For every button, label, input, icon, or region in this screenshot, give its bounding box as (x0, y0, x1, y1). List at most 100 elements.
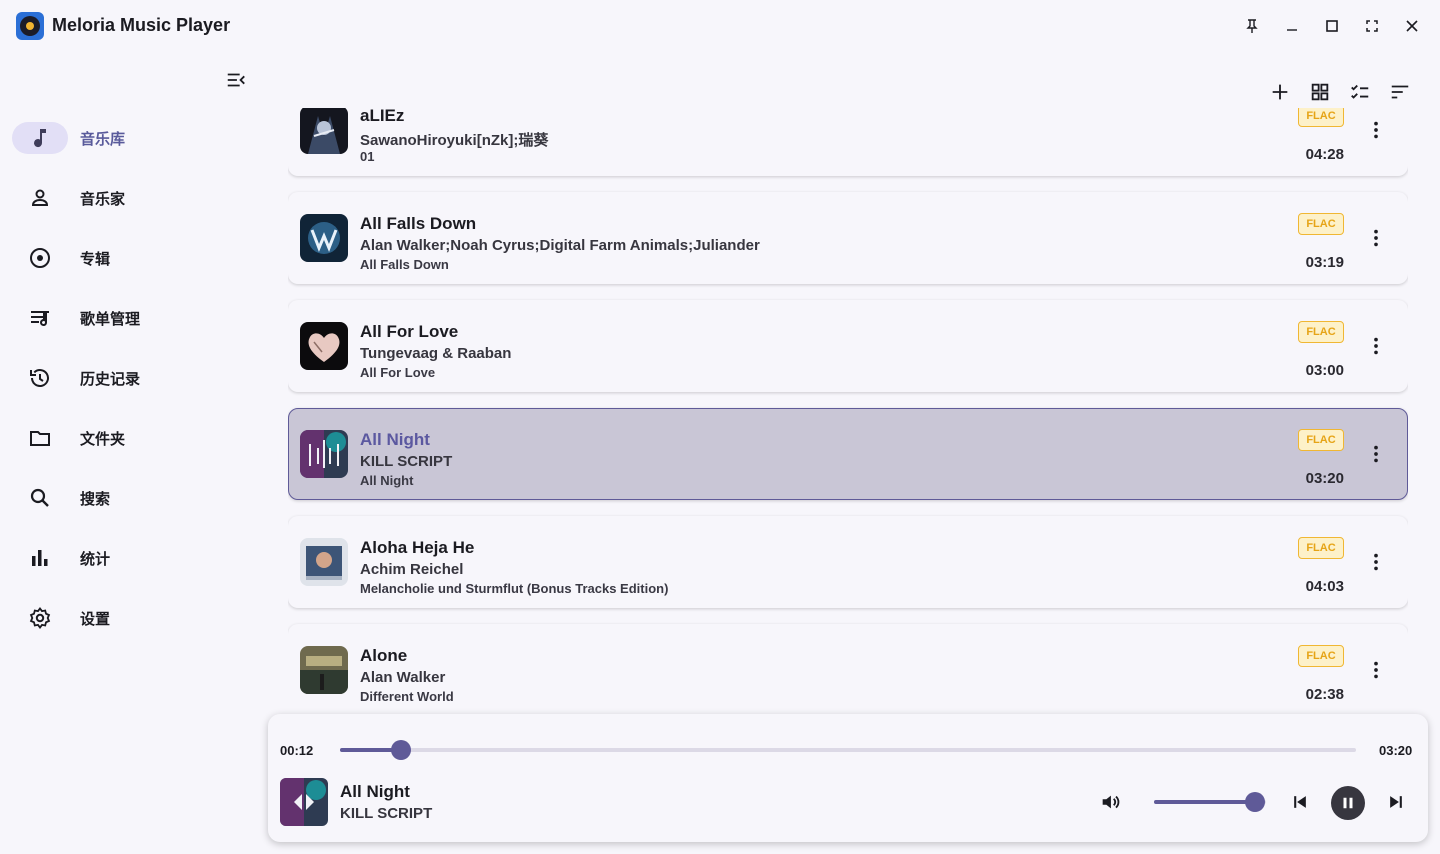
sidebar-item-label: 搜索 (80, 489, 111, 508)
pause-icon (1343, 797, 1353, 809)
song-artist: Achim Reichel (360, 561, 464, 578)
format-badge: FLAC (1298, 213, 1344, 235)
now-playing-title: All Night (340, 782, 410, 801)
song-row[interactable]: aLIEz SawanoHiroyuki[nZk];瑞葵 01 FLAC 04:… (288, 108, 1408, 176)
more-vert-icon (1374, 229, 1378, 247)
song-row[interactable]: All For Love Tungevaag & Raaban All For … (288, 300, 1408, 392)
maximize-icon (1326, 20, 1338, 32)
album-cover (300, 538, 348, 586)
sidebar-item-history[interactable]: 历史记录 (12, 362, 252, 394)
song-title: Aloha Heja He (360, 538, 475, 557)
more-options-button[interactable] (1364, 442, 1388, 466)
add-button[interactable] (1266, 78, 1294, 106)
more-vert-icon (1374, 553, 1378, 571)
format-badge: FLAC (1298, 645, 1344, 667)
volume-thumb[interactable] (1244, 792, 1265, 812)
sidebar-item-label: 专辑 (80, 249, 111, 268)
song-title: All Night (360, 430, 430, 449)
minimize-icon (1287, 29, 1297, 31)
album-cover (300, 322, 348, 370)
format-badge: FLAC (1298, 108, 1344, 127)
grid-view-button[interactable] (1306, 78, 1334, 106)
format-badge: FLAC (1298, 537, 1344, 559)
more-options-button[interactable] (1364, 658, 1388, 682)
song-album: All Falls Down (360, 257, 449, 272)
sidebar-item-artists[interactable]: 音乐家 (12, 182, 252, 214)
sidebar-item-settings[interactable]: 设置 (12, 602, 252, 634)
song-duration: 03:00 (1305, 362, 1344, 379)
fullscreen-icon (1366, 20, 1378, 32)
collapse-sidebar-button[interactable] (222, 66, 250, 94)
sidebar-item-stats[interactable]: 统计 (12, 542, 252, 574)
sidebar-item-albums[interactable]: 专辑 (12, 242, 252, 274)
sidebar-item-playlists[interactable]: 歌单管理 (12, 302, 252, 334)
volume-icon (1102, 795, 1120, 809)
sidebar-item-search[interactable]: 搜索 (12, 482, 252, 514)
multi-select-icon (1351, 84, 1369, 99)
minimize-button[interactable] (1278, 12, 1306, 40)
song-duration: 04:03 (1305, 578, 1344, 595)
song-artist: KILL SCRIPT (360, 453, 453, 470)
more-options-button[interactable] (1364, 226, 1388, 250)
volume-button[interactable] (1098, 790, 1122, 814)
fullscreen-button[interactable] (1358, 12, 1386, 40)
song-duration: 02:38 (1305, 686, 1344, 702)
song-album: All Night (360, 473, 414, 488)
song-row[interactable]: Alone Alan Walker Different World FLAC 0… (288, 624, 1408, 702)
sidebar-item-label: 文件夹 (80, 429, 126, 448)
album-cover (300, 646, 348, 694)
album-icon (12, 242, 68, 274)
song-artist: Tungevaag & Raaban (360, 345, 512, 362)
progress-thumb[interactable] (390, 740, 411, 760)
person-icon (12, 182, 68, 214)
song-artist: Alan Walker (360, 669, 446, 686)
sidebar-item-label: 音乐家 (80, 189, 126, 208)
sidebar-item-folders[interactable]: 文件夹 (12, 422, 252, 454)
song-row[interactable]: Aloha Heja He Achim Reichel Melancholie … (288, 516, 1408, 608)
multi-select-button[interactable] (1346, 78, 1374, 106)
previous-button[interactable] (1288, 790, 1312, 814)
close-icon (1406, 20, 1418, 32)
maximize-button[interactable] (1318, 12, 1346, 40)
more-vert-icon (1374, 661, 1378, 679)
settings-icon (12, 602, 68, 634)
next-button[interactable] (1384, 790, 1408, 814)
song-list: aLIEz SawanoHiroyuki[nZk];瑞葵 01 FLAC 04:… (288, 108, 1408, 702)
song-title: aLIEz (360, 108, 405, 125)
song-title: All For Love (360, 322, 459, 341)
sort-icon (1391, 85, 1409, 99)
pin-button[interactable] (1238, 12, 1266, 40)
search-icon (12, 482, 68, 514)
history-icon (12, 362, 68, 394)
app-title: Meloria Music Player (52, 15, 231, 35)
pause-button[interactable] (1331, 786, 1365, 820)
sidebar-item-label: 历史记录 (80, 369, 141, 388)
sort-button[interactable] (1386, 78, 1414, 106)
sidebar-item-label: 音乐库 (80, 129, 126, 148)
song-artist: SawanoHiroyuki[nZk];瑞葵 (360, 132, 549, 149)
song-album: Different World (360, 689, 454, 702)
menu-collapse-icon (227, 73, 245, 87)
total-time: 03:20 (1379, 743, 1413, 758)
more-options-button[interactable] (1364, 334, 1388, 358)
folder-icon (12, 422, 68, 454)
music-note-icon (12, 122, 68, 154)
sidebar-item-library[interactable]: 音乐库 (12, 122, 252, 154)
format-badge: FLAC (1298, 321, 1344, 343)
song-row[interactable]: All Falls Down Alan Walker;Noah Cyrus;Di… (288, 192, 1408, 284)
sidebar-item-label: 统计 (80, 549, 111, 568)
song-duration: 03:19 (1305, 254, 1344, 271)
close-button[interactable] (1398, 12, 1426, 40)
more-options-button[interactable] (1364, 118, 1388, 142)
song-album: All For Love (360, 365, 436, 380)
more-options-button[interactable] (1364, 550, 1388, 574)
format-badge: FLAC (1298, 429, 1344, 451)
playlist-icon (12, 302, 68, 334)
song-row-active[interactable]: All Night KILL SCRIPT All Night FLAC 03:… (288, 408, 1408, 500)
skip-next-icon (1390, 796, 1402, 808)
now-playing-cover (280, 778, 328, 826)
more-vert-icon (1374, 121, 1378, 139)
song-album: 01 (360, 149, 375, 164)
song-duration: 04:28 (1305, 146, 1344, 163)
skip-previous-icon (1294, 796, 1306, 808)
